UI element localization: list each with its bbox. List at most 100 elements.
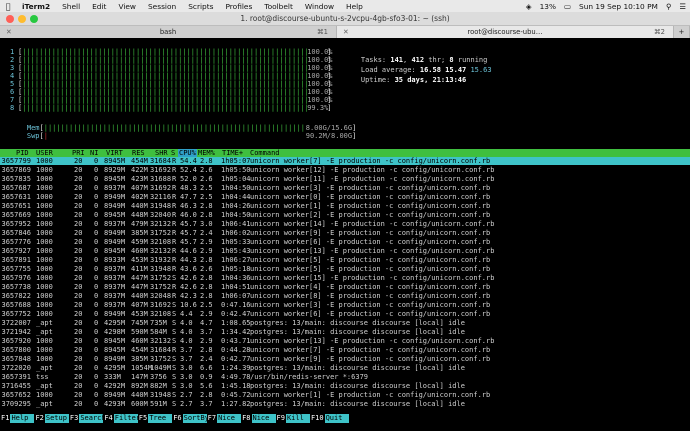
process-row[interactable]: 3657799 1000 20 0 8945M 454M 31684 R 54.4 2.8 1h05… — [0, 157, 690, 165]
zoom-window-icon[interactable] — [30, 15, 38, 23]
cell-res: 402M — [131, 193, 148, 201]
process-row[interactable]: 3657952 1000 20 0 8937M 479M 32132 R 45.7 3.0 1h06… — [0, 220, 690, 228]
process-row[interactable]: 3657848 1000 20 0 8949M 385M 31752 S 3.7 2.4 0:42.… — [0, 355, 690, 363]
fkey-f8[interactable]: F8 — [241, 414, 252, 423]
fkey-label-setup[interactable]: Setup — [44, 414, 69, 423]
close-window-icon[interactable] — [6, 15, 14, 23]
fkey-label-tree[interactable]: Tree — [148, 414, 173, 423]
process-row[interactable]: 3657752 1000 20 0 8949M 453M 32108 S 4.4 2.9 0:42.… — [0, 310, 690, 318]
cell-pri: 20 — [74, 211, 83, 219]
col-state[interactable]: S — [171, 149, 175, 157]
process-row[interactable]: 3657738 1000 20 0 8937M 447M 31752 R 42.6 2.8 1h04… — [0, 283, 690, 291]
process-row[interactable]: 3657776 1000 20 0 8949M 459M 32108 R 45.7 2.9 1h05… — [0, 238, 690, 246]
menu-toolbelt[interactable]: Toolbelt — [258, 2, 299, 11]
fkey-label-search[interactable]: Search — [79, 414, 106, 423]
fkey-label-help[interactable]: Help — [10, 414, 35, 423]
clock[interactable]: Sun 19 Sep 10:10 PM — [575, 2, 662, 11]
process-table-header[interactable]: PID USER PRI NI VIRT RES SHR S CPU% MEM%… — [0, 149, 690, 157]
fkey-f10[interactable]: F10 — [309, 414, 325, 423]
cell-cmd: unicorn worker[12] -E production -c conf… — [250, 166, 495, 174]
fkey-f9[interactable]: F9 — [275, 414, 286, 423]
menu-shell[interactable]: Shell — [56, 2, 86, 11]
close-tab-icon[interactable]: ✕ — [343, 28, 349, 36]
process-row[interactable]: 3657822 1000 20 0 8937M 440M 32048 R 42.3 2.8 1h06… — [0, 292, 690, 300]
menu-profiles[interactable]: Profiles — [219, 2, 258, 11]
fkey-f3[interactable]: F3 — [68, 414, 80, 423]
fkey-label-sortby[interactable]: SortBy — [182, 414, 209, 423]
battery-percent[interactable]: 13% — [536, 2, 560, 11]
col-mem[interactable]: MEM% — [198, 149, 215, 157]
fkey-label-nice[interactable]: Nice + — [251, 414, 276, 431]
process-row[interactable]: 3657800 1000 20 0 8945M 454M 31684 R 3.7 2.8 0:44.… — [0, 346, 690, 354]
minimize-window-icon[interactable] — [18, 15, 26, 23]
cell-mem: 4.7 — [200, 319, 213, 327]
process-row[interactable]: 3657391 tss 20 0 333M 147M 3756 S 3.0 0.9 4:49.78/… — [0, 373, 690, 381]
process-row[interactable]: 3657651 1000 20 0 8949M 440M 31948 R 46.3 2.8 1h04… — [0, 202, 690, 210]
col-user[interactable]: USER — [36, 149, 53, 157]
process-row[interactable]: 3657755 1000 20 0 8937M 411M 31948 R 43.6 2.6 1h05… — [0, 265, 690, 273]
close-tab-icon[interactable]: ✕ — [6, 28, 12, 36]
process-row[interactable]: 3722007 _apt 20 0 4295M 745M 735M S 4.0 4.7 1:08.6… — [0, 319, 690, 327]
process-row[interactable]: 3709295 _apt 20 0 4293M 600M 591M S 2.7 3.7 1:27.8… — [0, 400, 690, 408]
fkey-f6[interactable]: F6 — [172, 414, 183, 423]
process-row[interactable]: 3657688 1000 20 0 8937M 407M 31692 S 10.6 2.5 0:47… — [0, 301, 690, 309]
process-row[interactable]: 3657631 1000 20 0 8949M 402M 32116 R 47.7 2.5 1h04… — [0, 193, 690, 201]
search-icon[interactable]: ⚲ — [662, 2, 675, 11]
cell-mem: 2.4 — [200, 355, 213, 363]
process-row[interactable]: 3657652 1000 20 0 8949M 440M 31948 S 2.7 2.8 0:45.… — [0, 391, 690, 399]
cell-res: 385M — [131, 229, 148, 237]
process-row[interactable]: 3657976 1000 20 0 8937M 447M 31752 S 42.6 2.8 1h04… — [0, 274, 690, 282]
process-row[interactable]: 3657846 1000 20 0 8949M 385M 31752 R 45.7 2.4 1h06… — [0, 229, 690, 237]
menu-edit[interactable]: Edit — [86, 2, 112, 11]
col-cpu[interactable]: CPU% — [178, 149, 197, 157]
col-pid[interactable]: PID — [16, 149, 29, 157]
col-res[interactable]: RES — [132, 149, 145, 157]
control-center-icon[interactable]: ☰ — [675, 2, 690, 11]
menu-window[interactable]: Window — [299, 2, 340, 11]
process-row[interactable]: 3657891 1000 20 0 8933M 453M 31932 R 44.3 2.8 1h06… — [0, 256, 690, 264]
col-ni[interactable]: NI — [90, 149, 98, 157]
menu-app[interactable]: iTerm2 — [16, 2, 56, 11]
cell-state: R — [172, 238, 177, 246]
fkey-f5[interactable]: F5 — [137, 414, 149, 423]
process-row[interactable]: 3657927 1000 20 0 8945M 460M 32132 R 44.6 2.9 1h05… — [0, 247, 690, 255]
col-pri[interactable]: PRI — [72, 149, 85, 157]
process-row[interactable]: 3721942 _apt 20 0 4298M 590M 584M S 4.0 3.7 1:34.4… — [0, 328, 690, 336]
cell-pri: 20 — [74, 175, 83, 183]
fkey-label-nice[interactable]: Nice - — [217, 414, 242, 431]
tab-ssh[interactable]: ✕ root@discourse-ubu… ⌘2 — [337, 26, 674, 38]
tab-bash[interactable]: ✕ bash ⌘1 — [0, 26, 337, 38]
battery-icon[interactable]: ▭ — [560, 2, 575, 11]
col-virt[interactable]: VIRT — [106, 149, 123, 157]
wifi-icon[interactable]: ◈ — [522, 2, 536, 11]
fkey-label-filter[interactable]: Filter — [113, 414, 140, 423]
process-row[interactable]: 3722020 _apt 20 0 4295M 1054M 1049M S 3.0 6.6 1:24… — [0, 364, 690, 372]
apple-icon[interactable]:  — [0, 2, 16, 11]
menu-scripts[interactable]: Scripts — [182, 2, 219, 11]
process-row[interactable]: 3716455 _apt 20 0 4292M 892M 882M S 3.0 5.6 1:45.1… — [0, 382, 690, 390]
process-row[interactable]: 3657835 1000 20 0 8945M 423M 31688 R 52.0 2.6 1h05… — [0, 175, 690, 183]
process-row[interactable]: 3657687 1000 20 0 8937M 407M 31692 R 48.3 2.5 1h04… — [0, 184, 690, 192]
new-tab-button[interactable]: + — [674, 26, 690, 38]
process-row[interactable]: 3657669 1000 20 0 8945M 448M 32040 R 46.0 2.8 1h04… — [0, 211, 690, 219]
fkey-f2[interactable]: F2 — [34, 414, 45, 423]
fkey-f1[interactable]: F1 — [0, 414, 11, 423]
load-line: Load average: 16.58 15.47 15.63 — [360, 66, 492, 74]
col-shr[interactable]: SHR — [155, 149, 168, 157]
menu-session[interactable]: Session — [142, 2, 182, 11]
cell-pri: 20 — [74, 238, 83, 246]
menu-view[interactable]: View — [112, 2, 142, 11]
col-command[interactable]: Command — [250, 149, 280, 157]
process-row[interactable]: 3657869 1000 20 0 8929M 422M 31692 R 52.4 2.6 1h05… — [0, 166, 690, 174]
cell-user: _apt — [36, 328, 53, 336]
process-row[interactable]: 3657920 1000 20 0 8945M 460M 32132 S 4.0 2.9 0:43.… — [0, 337, 690, 345]
fkey-f7[interactable]: F7 — [206, 414, 218, 423]
fkey-label-quit[interactable]: Quit — [324, 414, 349, 423]
col-time[interactable]: TIME+ — [222, 149, 243, 157]
fkey-label-kill[interactable]: Kill — [285, 414, 310, 423]
cell-state: R — [172, 211, 177, 219]
cell-state: R — [172, 229, 177, 237]
menu-help[interactable]: Help — [340, 2, 369, 11]
cpu-meter-number: 6 — [10, 88, 15, 96]
fkey-f4[interactable]: F4 — [103, 414, 114, 423]
